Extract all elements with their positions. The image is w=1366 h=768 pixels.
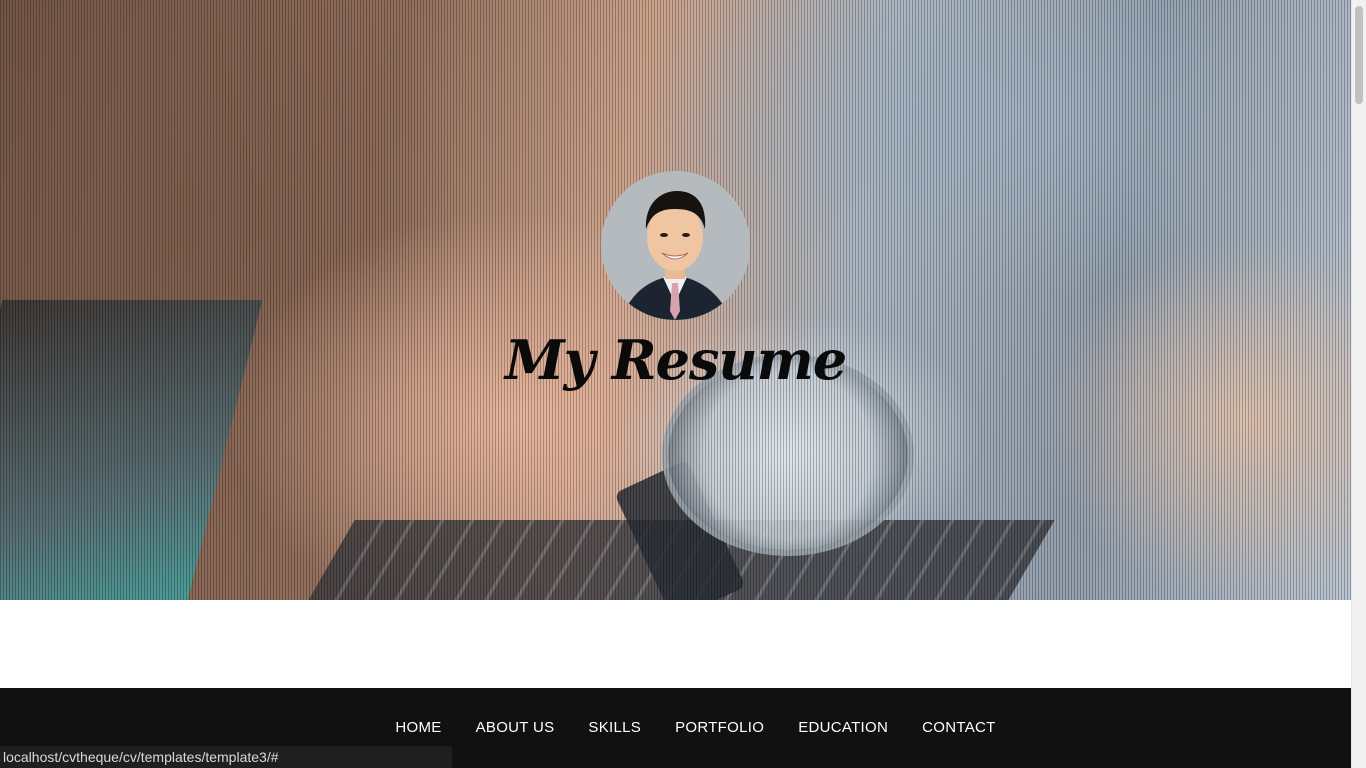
browser-status-url: localhost/cvtheque/cv/templates/template… xyxy=(0,746,452,768)
page-viewport: My Resume HOME ABOUT US SKILLS PORTFOLIO… xyxy=(0,0,1351,768)
nav-item-portfolio[interactable]: PORTFOLIO xyxy=(675,719,764,736)
nav-item-about-us[interactable]: ABOUT US xyxy=(476,719,555,736)
page-scrollbar[interactable] xyxy=(1351,0,1366,768)
nav-item-education[interactable]: EDUCATION xyxy=(798,719,888,736)
page-title: My Resume xyxy=(504,328,847,392)
hero-section: My Resume xyxy=(0,0,1351,600)
content-spacer xyxy=(0,600,1351,688)
nav-item-home[interactable]: HOME xyxy=(395,719,441,736)
nav-item-skills[interactable]: SKILLS xyxy=(588,719,641,736)
nav-item-contact[interactable]: CONTACT xyxy=(922,719,995,736)
profile-avatar xyxy=(601,171,750,320)
scrollbar-thumb[interactable] xyxy=(1355,6,1363,104)
